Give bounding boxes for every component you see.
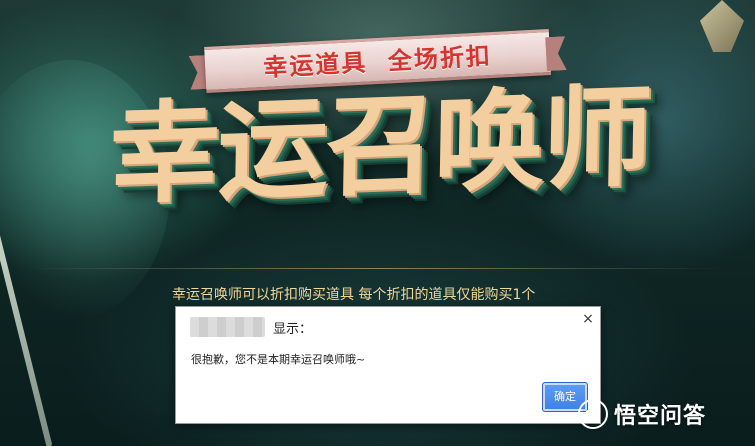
gem-art [700, 0, 744, 52]
close-icon[interactable]: × [580, 311, 596, 327]
dialog-title: 显示： [273, 322, 313, 337]
wukong-logo-icon [578, 399, 608, 429]
dialog-origin-blurred [190, 317, 265, 337]
watermark-text: 悟空问答 [614, 404, 707, 429]
info-text: 幸运召唤师可以折扣购买道具 每个折扣的道具仅能购买1个 [172, 287, 536, 303]
dialog-message: 很抱歉，您不是本期幸运召唤师哦~ [191, 353, 366, 366]
watermark: 悟空问答 [578, 396, 706, 432]
banner-title: 幸运召唤师 [108, 72, 652, 220]
alert-dialog: 显示： × 很抱歉，您不是本期幸运召唤师哦~ 确定 [175, 306, 601, 424]
divider [30, 268, 725, 269]
